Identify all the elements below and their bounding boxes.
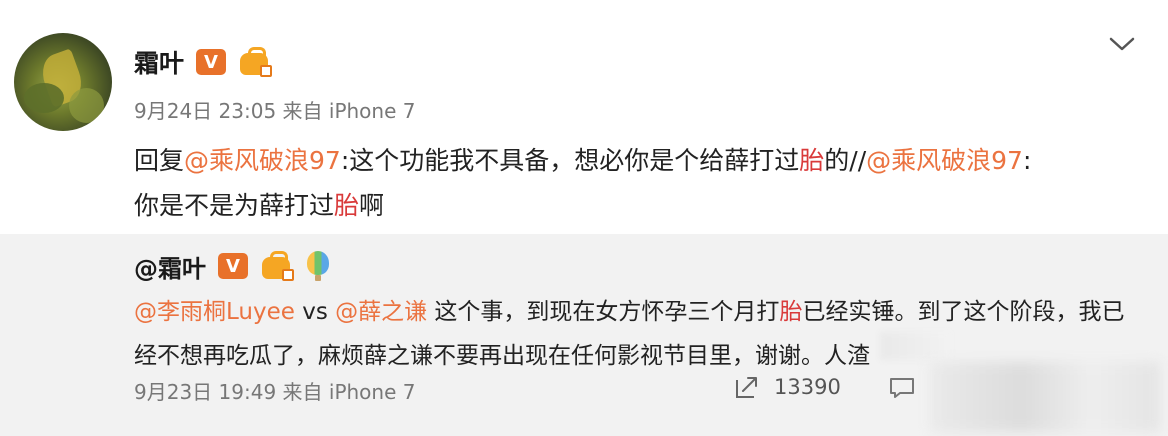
quoted-header: @霜叶 V <box>134 248 330 284</box>
repost-icon <box>736 377 757 398</box>
content-text: 啊 <box>359 191 385 220</box>
content-text: vs <box>294 299 336 325</box>
repost-button[interactable]: 13390 <box>734 374 841 400</box>
quoted-meta: 9月23日 19:49 来自 iPhone 7 <box>134 376 415 405</box>
post-source: 来自 iPhone 7 <box>282 99 416 123</box>
balloon-icon <box>306 251 330 281</box>
post-header: 霜叶 V <box>134 42 273 82</box>
mention-link[interactable]: @乘风破浪97 <box>866 146 1023 175</box>
blur-overlay <box>930 362 1160 432</box>
content-text: :这个功能我不具备，想必你是个给薛打过 <box>340 146 800 175</box>
mention-link[interactable]: @乘风破浪97 <box>184 146 341 175</box>
post-content: 回复@乘风破浪97:这个功能我不具备，想必你是个给薛打过胎的//@乘风破浪97:… <box>134 138 1144 228</box>
quoted-timestamp[interactable]: 9月23日 19:49 <box>134 380 276 404</box>
avatar[interactable] <box>14 33 112 131</box>
mention-link[interactable]: @薛之谦 <box>335 299 427 325</box>
verified-v-icon: V <box>196 49 227 75</box>
content-text: : <box>1022 146 1032 175</box>
weibo-post: 霜叶 V 9月24日 23:05 来自 iPhone 7 回复@乘风破浪97:这… <box>0 0 1168 234</box>
post-timestamp[interactable]: 9月24日 23:05 <box>134 99 276 123</box>
username[interactable]: 霜叶 <box>134 44 184 80</box>
mention-link[interactable]: @李雨桐Luyee <box>134 299 295 325</box>
content-text: 这个事，到现在女方怀孕三个月打 <box>427 299 780 325</box>
verified-v-icon: V <box>218 253 248 279</box>
highlight-keyword: 胎 <box>334 191 360 220</box>
content-text: 的// <box>824 146 867 175</box>
quoted-username[interactable]: @霜叶 <box>134 249 206 284</box>
content-text: 你是不是为薛打过 <box>134 191 335 220</box>
chevron-down-icon[interactable] <box>1106 28 1138 60</box>
level-badge-icon <box>260 251 294 281</box>
comment-icon <box>890 378 914 398</box>
level-badge-icon <box>238 47 273 77</box>
repost-count: 13390 <box>774 375 841 399</box>
reply-prefix: 回复 <box>134 146 185 175</box>
quoted-source: 来自 iPhone 7 <box>282 380 416 404</box>
post-meta: 9月24日 23:05 来自 iPhone 7 <box>134 95 415 124</box>
highlight-keyword: 胎 <box>779 299 803 325</box>
comment-button[interactable] <box>888 376 916 402</box>
blur-overlay <box>880 332 950 360</box>
quoted-post: @霜叶 V @李雨桐Luyee vs @薛之谦 这个事，到现在女方怀孕三个月打胎… <box>0 234 1168 436</box>
highlight-keyword: 胎 <box>799 146 825 175</box>
